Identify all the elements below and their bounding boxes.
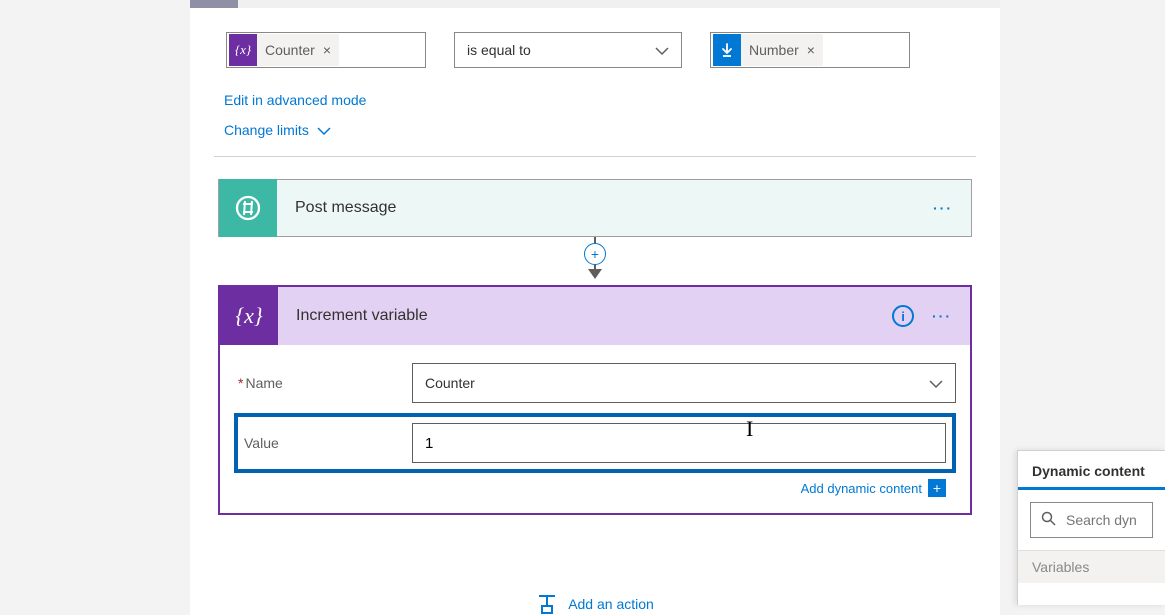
dynamic-category: Variables: [1018, 550, 1165, 583]
post-message-title: Post message: [277, 199, 933, 217]
operator-dropdown[interactable]: is equal to: [454, 32, 682, 68]
search-icon: [1041, 511, 1056, 529]
edit-advanced-link[interactable]: Edit in advanced mode: [224, 92, 366, 108]
condition-row: {x} Counter × is equal to Number ×: [190, 8, 1000, 86]
more-icon[interactable]: ···: [932, 308, 952, 324]
value-row-highlight: Value: [234, 413, 956, 473]
left-operand-box[interactable]: {x} Counter ×: [226, 32, 426, 68]
token-number[interactable]: Number ×: [713, 34, 823, 66]
post-message-card[interactable]: Post message ···: [218, 179, 972, 237]
token-label: Number: [741, 42, 807, 58]
operator-label: is equal to: [467, 42, 531, 58]
name-dropdown[interactable]: Counter: [412, 363, 956, 403]
variable-icon: {x}: [229, 34, 257, 66]
value-input-wrap[interactable]: [412, 423, 946, 463]
name-field-label: *Name: [234, 375, 412, 391]
token-label: Counter: [257, 42, 323, 58]
insert-step-button[interactable]: +: [584, 243, 606, 265]
more-icon[interactable]: ···: [933, 200, 971, 216]
insert-action-icon: [536, 593, 558, 615]
dynamic-search-input[interactable]: [1066, 512, 1142, 528]
chevron-down-icon: [317, 122, 331, 138]
change-limits-link[interactable]: Change limits: [224, 122, 331, 138]
plus-icon: +: [928, 479, 946, 497]
card-header[interactable]: {x} Increment variable i ···: [220, 287, 970, 345]
increment-variable-card: {x} Increment variable i ··· *Name Count…: [218, 285, 972, 515]
token-counter[interactable]: {x} Counter ×: [229, 34, 339, 66]
divider: [214, 156, 976, 157]
name-value: Counter: [425, 375, 475, 391]
right-operand-box[interactable]: Number ×: [710, 32, 910, 68]
dynamic-content-panel: Dynamic content Variables: [1017, 450, 1165, 605]
chevron-down-icon: [655, 42, 669, 58]
hashtag-icon: [219, 179, 277, 237]
value-input[interactable]: [425, 435, 933, 452]
add-dynamic-label: Add dynamic content: [801, 481, 922, 496]
number-icon: [713, 34, 741, 66]
dynamic-search-box[interactable]: [1030, 502, 1153, 538]
add-dynamic-content-link[interactable]: Add dynamic content +: [801, 479, 946, 497]
card-title: Increment variable: [278, 307, 892, 325]
add-action-link[interactable]: Add an action: [568, 596, 654, 612]
variable-icon: {x}: [220, 287, 278, 345]
remove-token-icon[interactable]: ×: [807, 42, 823, 58]
chevron-down-icon: [929, 375, 943, 391]
value-field-label: Value: [244, 435, 412, 451]
change-limits-label: Change limits: [224, 122, 309, 138]
flow-connector: +: [190, 237, 1000, 285]
dynamic-content-tab[interactable]: Dynamic content: [1018, 451, 1165, 490]
remove-token-icon[interactable]: ×: [323, 42, 339, 58]
info-icon[interactable]: i: [892, 305, 914, 327]
